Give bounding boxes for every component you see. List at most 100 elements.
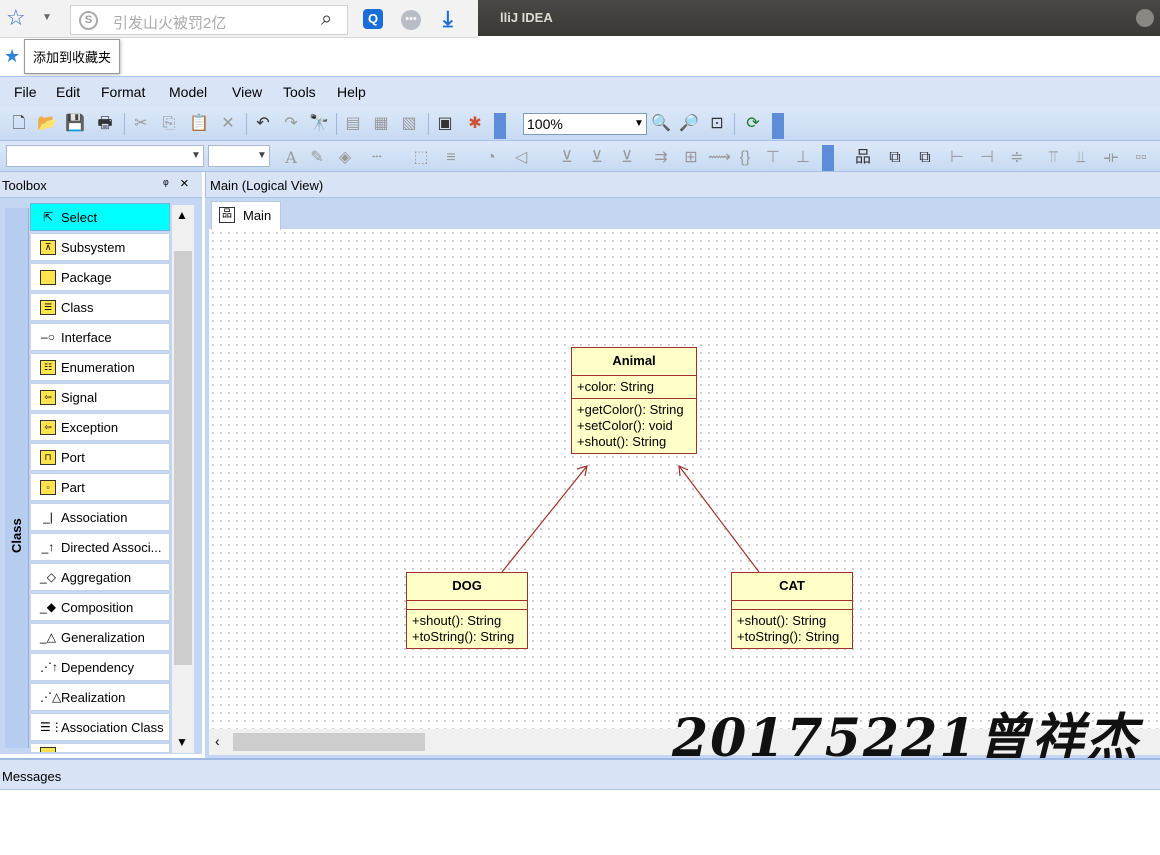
redo-icon[interactable]: ↷ [280,113,302,135]
toolbox-item-realization[interactable]: ⋰△ Realization [30,683,170,711]
class-animal[interactable]: Animal +color: String +getColor(): Strin… [571,347,697,454]
browser-extension-icon[interactable]: Q [363,9,383,29]
toolbox-item-signal[interactable]: ⇦ Signal [30,383,170,411]
align-left-icon[interactable]: ⊢ [946,147,968,169]
toolbar-overflow-handle[interactable] [822,145,834,171]
toolbox-item-partial[interactable] [30,743,170,753]
delete-icon[interactable]: ✕ [217,113,239,135]
fit-to-window-icon[interactable]: ⊡ [706,113,728,135]
menu-help[interactable]: Help [337,84,366,100]
suppress-operations-icon[interactable]: ⊻ [586,147,608,169]
show-parent-icon[interactable]: ⟿ [708,147,731,169]
style-icon[interactable]: ◔ [480,147,502,169]
copy-icon[interactable]: ⎘ [158,113,180,135]
export-icon[interactable]: ▣ [434,113,456,135]
more-icon[interactable]: ••• [401,10,421,30]
align-center-icon[interactable]: ≑ [1006,147,1028,169]
pin-icon[interactable]: ᵠ [163,176,169,191]
toolbox-item-interface[interactable]: –○ Interface [30,323,170,351]
menu-view[interactable]: View [232,84,262,100]
toolbox-item-package[interactable]: Package [30,263,170,291]
menu-edit[interactable]: Edit [56,84,80,100]
show-operation-signature-icon[interactable]: ⇉ [650,147,672,169]
menu-model[interactable]: Model [169,84,207,100]
arrange-icon[interactable]: ◁ [510,147,532,169]
suppress-literals-icon[interactable]: ⊻ [616,147,638,169]
font-select[interactable]: ▼ [6,145,204,167]
toolbox-category-tab[interactable]: Class [5,208,29,748]
align-bottom-edge-icon[interactable]: ⫫ [1070,147,1092,169]
chevron-down-icon[interactable]: ▼ [255,146,269,166]
search-icon[interactable]: ⌕ [321,8,332,31]
toolbar-overflow-handle[interactable] [494,113,506,139]
toolbox-item-directed-association[interactable]: _↑ Directed Associ... [30,533,170,561]
new-file-icon[interactable]: 🗋 [8,113,30,135]
line-color-icon[interactable]: ✎ [306,147,328,169]
bring-to-front-icon[interactable]: ⧉ [884,147,906,169]
send-to-back-icon[interactable]: ⧉ [914,147,936,169]
scroll-left-icon[interactable]: ‹ [215,733,220,749]
layout-icon[interactable]: ▦ [370,113,392,135]
paste-icon[interactable]: 📋 [188,113,210,135]
align-bottom-icon[interactable]: ⊥ [792,147,814,169]
zoom-out-icon[interactable]: 🔎 [678,113,700,135]
dog-to-animal-generalization[interactable] [501,465,588,573]
fill-color-icon[interactable]: ◈ [334,147,356,169]
class-dog[interactable]: DOG +shout(): String +toString(): String [406,572,528,649]
toolbox-item-dependency[interactable]: ⋰↑ Dependency [30,653,170,681]
align-middle-icon[interactable]: ⟛ [1100,147,1122,169]
bookmark-add-icon[interactable]: ★ [4,46,24,66]
scroll-down-icon[interactable]: ▼ [176,735,188,749]
font-size-select[interactable]: ▼ [208,145,270,167]
download-icon[interactable]: ⤓ [443,6,453,32]
menu-format[interactable]: Format [101,84,145,100]
cut-icon[interactable]: ✂ [130,113,152,135]
chevron-down-icon[interactable]: ▼ [189,146,203,166]
scroll-up-icon[interactable]: ▲ [176,208,188,222]
font-color-icon[interactable]: A [280,147,302,169]
braces-icon[interactable]: {} [734,147,756,169]
line-style-icon[interactable]: ┄ [366,147,388,169]
search-placeholder[interactable]: 引发山火被罚2亿 [113,12,226,33]
toolbox-item-enumeration[interactable]: ☷ Enumeration [30,353,170,381]
chevron-down-icon[interactable]: ▼ [42,12,52,23]
arrange-icon[interactable]: ▧ [398,113,420,135]
align-top-edge-icon[interactable]: ⫪ [1042,147,1064,169]
toolbox-item-select[interactable]: ⇱ Select [30,203,170,231]
refresh-icon[interactable]: ⟳ [742,113,764,135]
toolbox-item-association-class[interactable]: ☰⋮ Association Class [30,713,170,741]
show-compartment-icon[interactable]: ⊞ [680,147,702,169]
toolbox-item-part[interactable]: ▫ Part [30,473,170,501]
toolbox-item-subsystem[interactable]: ⊼ Subsystem [30,233,170,261]
print-icon[interactable]: 🖶 [94,113,116,135]
toolbox-item-composition[interactable]: _◆ Composition [30,593,170,621]
tools-icon[interactable]: ✱ [464,113,486,135]
menu-tools[interactable]: Tools [283,84,316,100]
find-icon[interactable]: 🔭 [308,113,330,135]
align-right-icon[interactable]: ⊣ [976,147,998,169]
open-folder-icon[interactable]: 📂 [36,113,58,135]
zoom-select[interactable]: 100% ▼ [523,113,647,135]
toolbox-item-association[interactable]: _| Association [30,503,170,531]
toolbox-item-aggregation[interactable]: _◇ Aggregation [30,563,170,591]
toolbox-scrollbar[interactable]: ▲ ▼ [172,205,194,753]
favorite-star-icon[interactable]: ☆ [6,7,26,29]
space-evenly-icon[interactable]: ▫▫ [1130,147,1152,169]
layout-diagram-icon[interactable]: 品 [852,147,874,169]
diagram-canvas[interactable]: Animal +color: String +getColor(): Strin… [209,229,1160,729]
menu-file[interactable]: File [14,84,37,100]
toolbox-item-generalization[interactable]: _△ Generalization [30,623,170,651]
tab-main[interactable]: 品 Main [211,201,281,230]
class-cat[interactable]: CAT +shout(): String +toString(): String [731,572,853,649]
save-icon[interactable]: 💾 [64,113,86,135]
browser-search-box[interactable]: S 引发山火被罚2亿 ⌕ [70,5,348,35]
chevron-down-icon[interactable]: ▼ [632,114,646,134]
toolbox-item-exception[interactable]: ⇦ Exception [30,413,170,441]
close-icon[interactable]: × [180,175,189,192]
toolbox-item-class[interactable]: ☰ Class [30,293,170,321]
window-minimize-button[interactable] [1136,9,1154,27]
undo-icon[interactable]: ↶ [252,113,274,135]
toolbar-overflow-handle[interactable] [772,113,784,139]
align-icon[interactable]: ▤ [342,113,364,135]
zoom-in-icon[interactable]: 🔍 [650,113,672,135]
